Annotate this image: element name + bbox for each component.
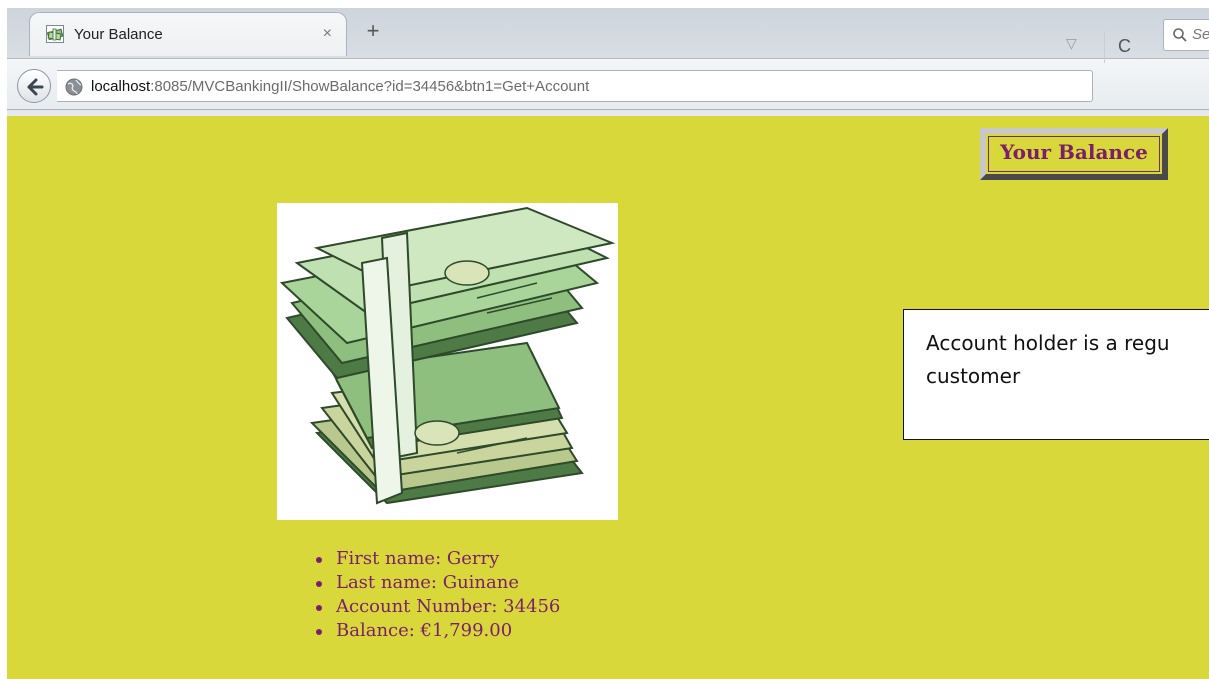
page-content: Your Balance Account holder is a regu cu… <box>7 116 1209 679</box>
tab-your-balance[interactable]: Your Balance × <box>29 12 347 56</box>
reload-icon[interactable]: C <box>1104 31 1144 63</box>
customer-status-line-1: Account holder is a regu <box>926 331 1170 355</box>
customer-status-box: Account holder is a regu customer <box>903 309 1209 440</box>
customer-status-text: Account holder is a regu customer <box>926 327 1209 393</box>
search-icon <box>1173 28 1187 42</box>
list-item-last-name: Last name: Guinane <box>314 571 560 595</box>
search-placeholder: Se <box>1192 26 1209 43</box>
url-path: :8085/MVCBankingII/ShowBalance?id=34456&… <box>150 78 590 95</box>
tab-title: Your Balance <box>74 26 163 43</box>
url-text: localhost:8085/MVCBankingII/ShowBalance?… <box>91 78 589 95</box>
back-button[interactable] <box>17 69 51 103</box>
browser-chrome: Your Balance × + localhost:8085/MVCBanki… <box>7 8 1209 116</box>
account-details-list: First name: Gerry Last name: Guinane Acc… <box>314 547 560 643</box>
your-balance-button[interactable]: Your Balance <box>980 128 1168 180</box>
url-host: localhost <box>91 78 151 95</box>
list-item-account-number: Account Number: 34456 <box>314 595 560 619</box>
your-balance-label: Your Balance <box>988 136 1160 172</box>
navigation-bar: localhost:8085/MVCBankingII/ShowBalance?… <box>7 58 1209 110</box>
money-favicon-icon <box>46 25 64 43</box>
new-tab-button[interactable]: + <box>361 20 385 44</box>
url-dropdown-icon[interactable]: ▽ <box>1066 35 1077 52</box>
money-stack-icon <box>277 203 618 520</box>
address-bar[interactable]: localhost:8085/MVCBankingII/ShowBalance?… <box>57 70 1093 102</box>
customer-status-line-2: customer <box>926 364 1021 388</box>
back-arrow-icon <box>27 78 44 96</box>
list-item-balance: Balance: €1,799.00 <box>314 619 560 643</box>
search-input[interactable]: Se <box>1163 19 1209 51</box>
globe-icon <box>65 78 83 96</box>
list-item-first-name: First name: Gerry <box>314 547 560 571</box>
close-tab-icon[interactable]: × <box>323 25 332 43</box>
